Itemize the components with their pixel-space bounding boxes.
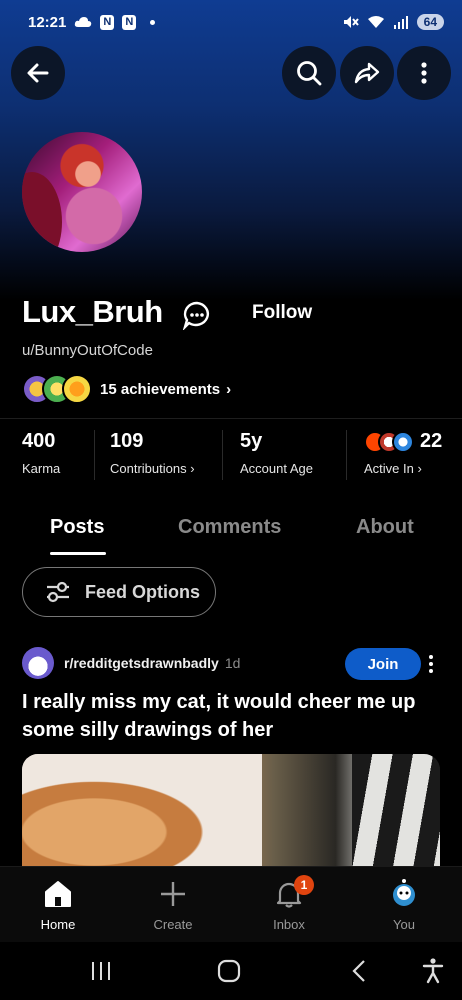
recent-apps-button[interactable] — [86, 954, 116, 988]
mute-icon — [343, 16, 359, 28]
system-navigation-bar — [0, 942, 462, 1000]
status-bar: 12:21 N N 64 — [0, 0, 462, 44]
accessibility-icon — [422, 958, 444, 984]
stat-value: 400 — [22, 430, 56, 452]
achievements-label: 15 achievements — [100, 380, 221, 398]
stat-separator — [94, 430, 95, 480]
community-icon — [392, 430, 414, 453]
home-icon — [45, 881, 71, 907]
search-button[interactable] — [282, 46, 336, 100]
kebab-menu-icon — [421, 62, 427, 84]
kebab-dot-icon — [429, 662, 433, 666]
wifi-icon — [367, 16, 384, 28]
profile-tabs: Posts Comments About — [0, 512, 462, 556]
subreddit-name[interactable]: r/redditgetsdrawnbadly — [64, 655, 219, 671]
bottom-navigation: Home Create 1 Inbox You — [0, 866, 462, 942]
divider — [0, 418, 462, 419]
notification-dot-icon — [150, 19, 156, 25]
chat-bubble-icon — [182, 301, 209, 332]
post-header: r/redditgetsdrawnbadly 1d Join — [22, 646, 442, 680]
tab-comments[interactable]: Comments — [178, 516, 281, 539]
post-age: 1d — [224, 655, 241, 671]
more-options-button[interactable] — [397, 46, 451, 100]
signal-icon — [393, 16, 408, 29]
battery-indicator: 64 — [416, 14, 444, 30]
active-tab-indicator — [50, 552, 106, 555]
nav-label: Create — [153, 917, 193, 932]
cloud-icon — [75, 17, 92, 27]
home-system-button[interactable] — [214, 954, 244, 988]
nav-home[interactable]: Home — [18, 877, 98, 932]
arrow-left-icon — [27, 63, 49, 83]
post-more-button[interactable] — [424, 648, 438, 680]
nav-you[interactable]: You — [364, 877, 444, 932]
stat-contributions[interactable]: 109 Contributions › — [110, 430, 195, 476]
stat-karma: 400 Karma — [22, 430, 60, 476]
post-title[interactable]: I really miss my cat, it would cheer me … — [22, 688, 442, 744]
subreddit-avatar[interactable] — [22, 647, 54, 679]
stat-value: 22 — [420, 430, 443, 452]
plus-icon — [161, 882, 185, 906]
join-button[interactable]: Join — [345, 648, 421, 680]
chevron-left-icon — [352, 960, 365, 982]
nav-inbox[interactable]: 1 Inbox — [249, 875, 329, 932]
stat-label: Contributions › — [110, 461, 195, 476]
chat-button[interactable] — [182, 300, 212, 332]
kebab-dot-icon — [429, 655, 433, 659]
search-icon — [297, 61, 322, 86]
recent-apps-icon — [92, 962, 110, 980]
stat-label: Account Age — [240, 461, 313, 476]
follow-button[interactable]: Follow — [240, 300, 324, 326]
accessibility-button[interactable] — [418, 954, 448, 988]
profile-username: Lux_Bruh — [22, 294, 163, 329]
stat-active-in[interactable]: 22 Active In › — [364, 430, 442, 476]
status-time: 12:21 — [28, 13, 67, 31]
stat-separator — [222, 430, 223, 480]
stat-account-age: 5y Account Age — [240, 430, 313, 476]
post-image[interactable] — [22, 754, 440, 884]
notification-icon: N — [100, 14, 115, 30]
chevron-right-icon: › — [226, 380, 232, 398]
share-button[interactable] — [340, 46, 394, 100]
nav-label: You — [393, 917, 415, 932]
home-pill-icon — [217, 959, 241, 983]
back-button[interactable] — [11, 46, 65, 100]
achievements-row[interactable]: 15 achievements › — [22, 374, 231, 404]
tab-about[interactable]: About — [356, 516, 414, 539]
back-system-button[interactable] — [344, 954, 374, 988]
active-communities: 22 — [364, 430, 442, 453]
stat-value: 5y — [240, 430, 263, 452]
user-avatar-icon — [393, 879, 415, 906]
profile-handle: u/BunnyOutOfCode — [22, 342, 153, 359]
nav-label: Inbox — [273, 917, 305, 932]
inbox-badge: 1 — [294, 875, 314, 895]
tab-posts[interactable]: Posts — [50, 516, 104, 539]
stat-separator — [346, 430, 347, 480]
feed-options-button[interactable]: Feed Options — [22, 567, 216, 617]
share-icon — [354, 62, 380, 84]
filter-sliders-icon — [47, 581, 69, 603]
profile-avatar[interactable] — [22, 132, 142, 252]
stat-label: Karma — [22, 461, 61, 476]
nav-label: Home — [40, 917, 76, 932]
kebab-dot-icon — [429, 669, 433, 673]
stat-value: 109 — [110, 430, 144, 452]
nav-create[interactable]: Create — [133, 877, 213, 932]
feed-options-label: Feed Options — [85, 581, 201, 602]
stat-label: Active In › — [364, 461, 422, 476]
profile-stats: 400 Karma 109 Contributions › 5y Account… — [0, 430, 462, 482]
achievement-badge-icon — [62, 374, 92, 404]
notification-icon-2: N — [122, 14, 137, 30]
